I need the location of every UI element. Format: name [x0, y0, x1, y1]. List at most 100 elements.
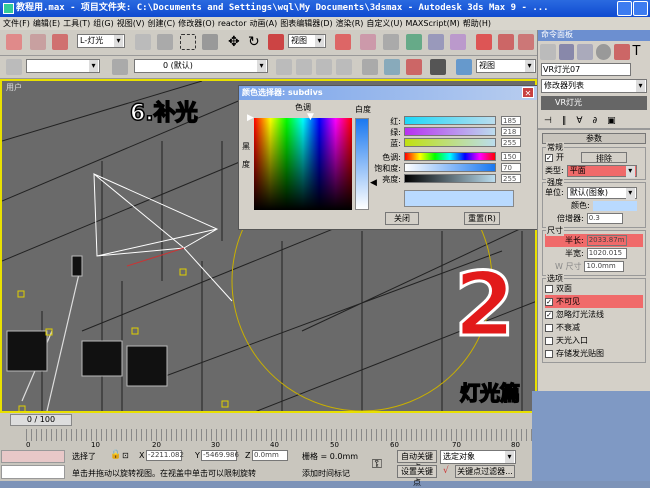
menu-tools[interactable]: 工具(T): [63, 17, 90, 30]
green-slider[interactable]: [404, 127, 496, 136]
utilities-tab-icon[interactable]: T: [633, 44, 649, 60]
pivot-icon[interactable]: [335, 34, 351, 50]
exclude-button[interactable]: 排除: [581, 152, 627, 163]
reset-button[interactable]: 重置(R): [464, 212, 500, 225]
keyboard-shortcut-icon[interactable]: [383, 34, 399, 50]
array-icon[interactable]: [428, 34, 444, 50]
multiplier-spinner[interactable]: 0.3: [586, 213, 623, 224]
units-dropdown[interactable]: 默认(图象): [566, 186, 637, 200]
move-icon[interactable]: ✥: [228, 34, 244, 50]
skylight-portal-checkbox[interactable]: [545, 336, 553, 345]
hue-marker-icon[interactable]: ▼: [307, 112, 314, 122]
half-width-spinner[interactable]: 1020.015: [586, 248, 627, 259]
modifier-stack-item[interactable]: VR灯光: [541, 96, 647, 110]
maximize-button[interactable]: [633, 1, 648, 16]
display-tab-icon[interactable]: [614, 44, 630, 60]
value-slider[interactable]: [404, 174, 496, 183]
time-slider[interactable]: 0 / 100: [10, 414, 72, 426]
menu-animation[interactable]: 动画(A): [249, 17, 277, 30]
bind-space-warp-icon[interactable]: [52, 34, 68, 50]
rect-region-icon[interactable]: [180, 34, 196, 50]
link-icon[interactable]: [6, 34, 22, 50]
green-value[interactable]: 218: [501, 127, 521, 136]
reference-coord-dropdown[interactable]: 视图: [288, 34, 326, 48]
percent-snap-icon[interactable]: [518, 34, 534, 50]
red-value[interactable]: 185: [501, 116, 521, 125]
layer-dropdown[interactable]: 0 (默认): [134, 59, 268, 73]
pin-stack-icon[interactable]: ⊣: [544, 116, 552, 126]
menu-modifiers[interactable]: 修改器(O): [178, 17, 215, 30]
named-selection-icon[interactable]: [6, 59, 22, 75]
make-unique-icon[interactable]: ∀: [576, 116, 582, 126]
create-layer-icon[interactable]: [276, 59, 292, 75]
store-irradiance-checkbox[interactable]: [545, 349, 553, 358]
add-to-layer-icon[interactable]: [296, 59, 312, 75]
add-time-tag-button[interactable]: 添加时间标记: [302, 468, 350, 479]
auto-key-button[interactable]: 自动关键点: [397, 450, 437, 472]
key-mode-dropdown[interactable]: 选定对象: [440, 450, 516, 464]
material-editor-icon[interactable]: [430, 59, 446, 75]
menu-help[interactable]: 帮助(H): [463, 17, 491, 30]
modifier-list-dropdown[interactable]: 修改器列表: [541, 79, 647, 93]
double-sided-checkbox[interactable]: [545, 284, 553, 293]
align-icon[interactable]: [450, 34, 466, 50]
render-setup-icon[interactable]: [456, 59, 472, 75]
window-crossing-icon[interactable]: [202, 34, 218, 50]
blackness-marker-icon[interactable]: ▶: [247, 113, 254, 123]
mirror-icon[interactable]: [406, 34, 422, 50]
scale-icon[interactable]: [268, 34, 284, 50]
hue-channel-value[interactable]: 150: [501, 152, 521, 161]
blue-value[interactable]: 255: [501, 138, 521, 147]
absolute-mode-icon[interactable]: ⊡: [122, 451, 129, 460]
object-name-field[interactable]: VR灯光07: [541, 63, 631, 76]
track-bar[interactable]: [26, 429, 532, 441]
layer-properties-icon[interactable]: [336, 59, 352, 75]
menu-views[interactable]: 视图(V): [117, 17, 145, 30]
set-key-icon[interactable]: ⚿: [372, 457, 382, 472]
menu-file[interactable]: 文件(F): [3, 17, 30, 30]
remove-modifier-icon[interactable]: ∂: [593, 116, 598, 126]
x-coord-field[interactable]: -2211.082: [146, 450, 184, 461]
blue-slider[interactable]: [404, 138, 496, 147]
y-coord-field[interactable]: -5469.986: [201, 450, 239, 461]
type-dropdown[interactable]: 平面: [566, 164, 637, 178]
ignore-normals-checkbox[interactable]: ✓: [545, 310, 553, 319]
invisible-checkbox[interactable]: ✓: [545, 297, 553, 306]
minimize-button[interactable]: [617, 1, 632, 16]
hue-channel-slider[interactable]: [404, 152, 496, 161]
schematic-view-icon[interactable]: [406, 59, 422, 75]
modify-tab-icon[interactable]: [558, 44, 574, 60]
saturation-value[interactable]: 70: [501, 163, 521, 172]
close-icon[interactable]: ✕: [522, 87, 534, 98]
no-decay-checkbox[interactable]: [545, 323, 553, 332]
manipulate-icon[interactable]: [360, 34, 376, 50]
on-checkbox[interactable]: ✓: [545, 153, 553, 162]
select-layer-icon[interactable]: [316, 59, 332, 75]
menu-maxscript[interactable]: MAXScript(M): [406, 17, 460, 30]
lock-icon[interactable]: 🔒: [110, 450, 121, 460]
close-button[interactable]: 关闭: [385, 212, 419, 225]
key-filters-button[interactable]: 关键点过滤器...: [455, 465, 515, 478]
motion-tab-icon[interactable]: [595, 44, 611, 60]
curve-editor-icon[interactable]: [384, 59, 400, 75]
w-size-spinner[interactable]: 10.0mm: [584, 261, 625, 272]
menu-reactor[interactable]: reactor: [218, 17, 247, 30]
half-length-spinner[interactable]: 2033.87m: [586, 235, 627, 246]
show-end-result-icon[interactable]: ‖: [562, 116, 567, 126]
menu-customize[interactable]: 自定义(U): [366, 17, 402, 30]
rotate-icon[interactable]: ↻: [248, 34, 264, 50]
color-swatch[interactable]: [592, 200, 637, 211]
menu-rendering[interactable]: 渲染(R): [336, 17, 364, 30]
menu-create[interactable]: 创建(C): [147, 17, 175, 30]
snap-3d-icon[interactable]: [476, 34, 492, 50]
maxscript-listener[interactable]: [1, 450, 65, 463]
named-selection-dropdown[interactable]: [26, 59, 100, 73]
maxscript-input[interactable]: [1, 465, 65, 479]
configure-sets-icon[interactable]: ▣: [607, 116, 616, 126]
select-by-name-icon[interactable]: [157, 34, 173, 50]
menu-edit[interactable]: 编辑(E): [33, 17, 60, 30]
render-type-dropdown[interactable]: 视图: [476, 59, 536, 73]
hue-blackness-field[interactable]: [254, 118, 352, 210]
menu-group[interactable]: 组(G): [93, 17, 113, 30]
red-slider[interactable]: [404, 116, 496, 125]
